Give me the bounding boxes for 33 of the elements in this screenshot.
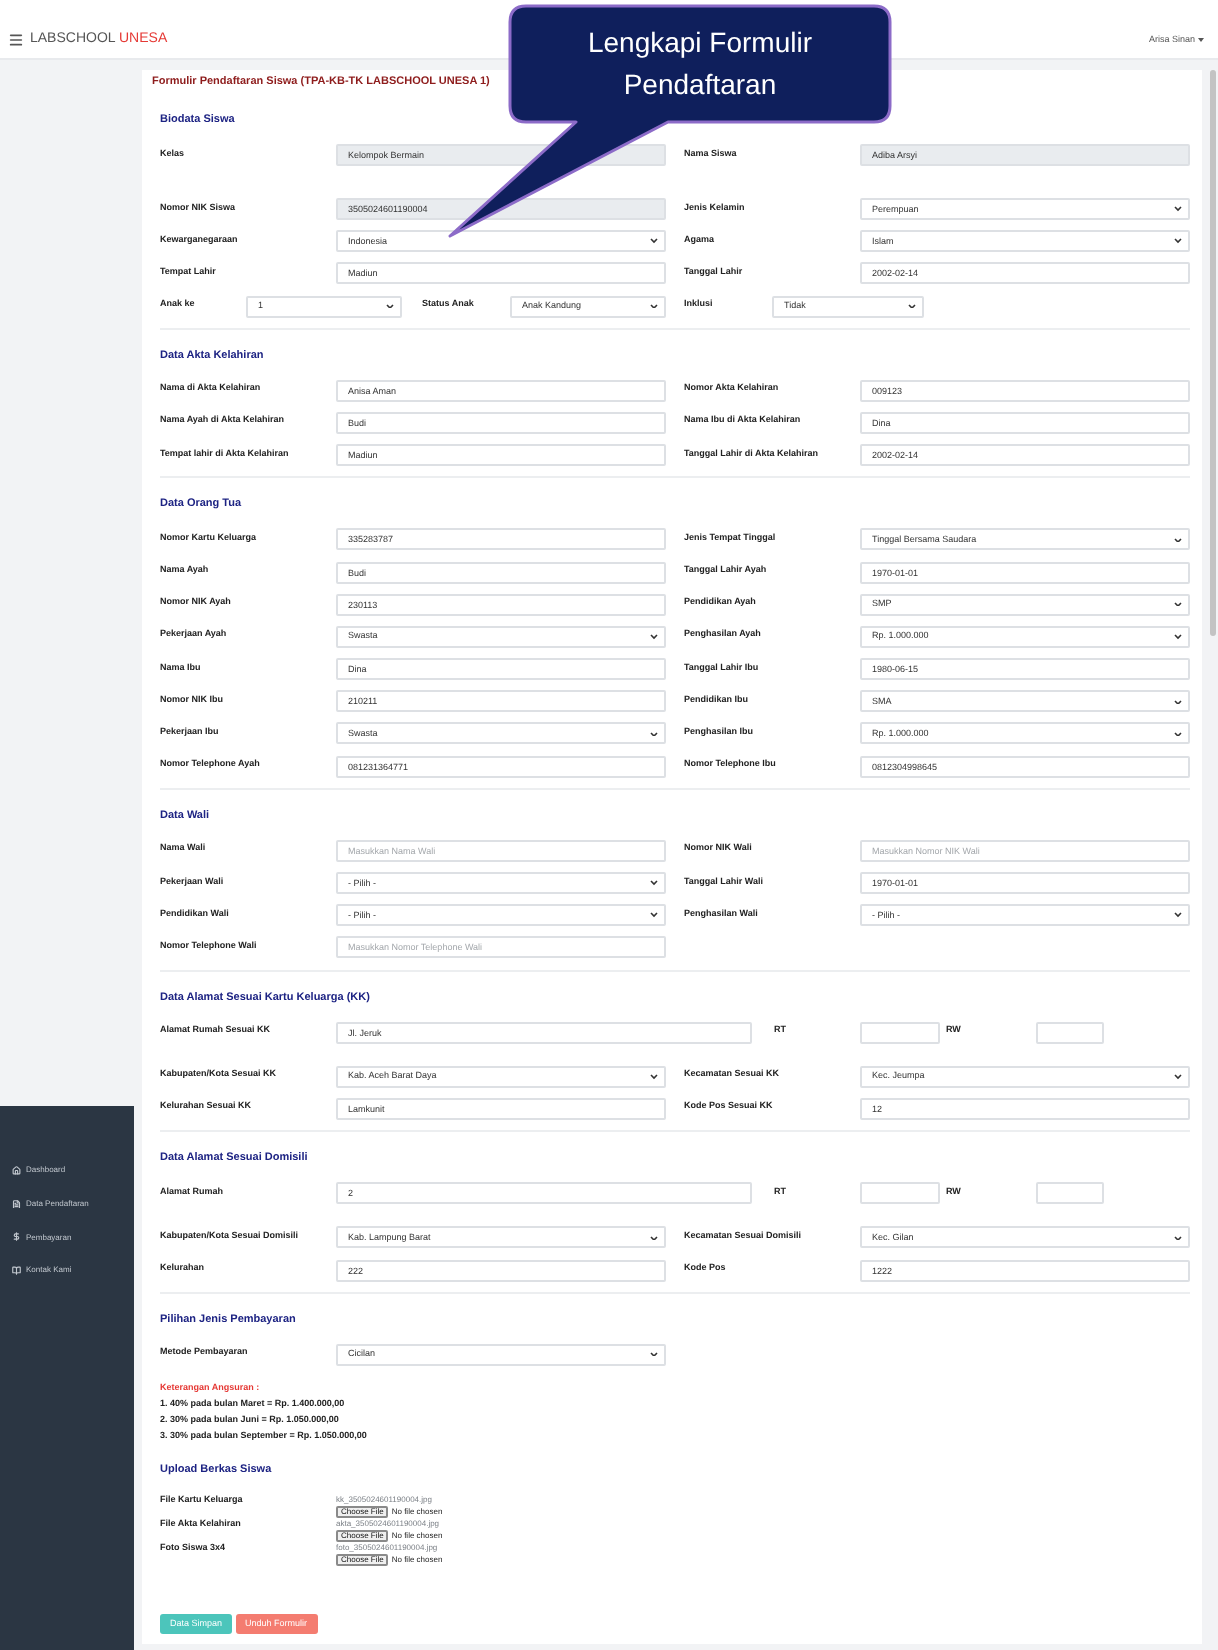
text-field[interactable] — [1036, 1182, 1104, 1205]
chevron-down-icon — [1174, 537, 1182, 543]
chevron-down-icon — [650, 912, 658, 918]
chevron-down-icon — [650, 1074, 658, 1079]
chevron-down-icon — [1174, 601, 1182, 607]
chevron-down-icon — [1174, 1074, 1182, 1079]
chevron-down-icon — [1174, 699, 1182, 704]
chevron-down-icon — [1174, 912, 1182, 918]
caret-icon — [1198, 37, 1204, 41]
dollar-icon — [12, 1232, 21, 1242]
chevron-down-icon — [1174, 1235, 1182, 1241]
chevron-down-icon — [1174, 206, 1182, 212]
text-field[interactable] — [860, 1182, 940, 1205]
text-field[interactable] — [860, 1021, 940, 1044]
chevron-down-icon — [908, 303, 916, 309]
chevron-down-icon — [1174, 634, 1182, 640]
chevron-down-icon — [386, 303, 394, 309]
book-icon — [12, 1266, 21, 1276]
chevron-down-icon — [650, 731, 658, 737]
chevron-down-icon — [650, 303, 658, 309]
chevron-down-icon — [650, 1235, 658, 1241]
chevron-down-icon — [1174, 731, 1182, 737]
home-icon — [12, 1166, 21, 1176]
chevron-down-icon — [650, 880, 658, 886]
callout-text: Lengkapi Formulir Pendaftaran — [585, 24, 815, 104]
text-field[interactable] — [1036, 1021, 1104, 1044]
menu-icon[interactable] — [8, 31, 24, 47]
chevron-down-icon — [650, 634, 658, 640]
chevron-down-icon — [650, 238, 658, 244]
chevron-down-icon — [650, 1351, 658, 1357]
scrollbar-thumb[interactable] — [1210, 70, 1216, 636]
document-icon — [12, 1199, 21, 1209]
chevron-down-icon — [1174, 238, 1182, 244]
